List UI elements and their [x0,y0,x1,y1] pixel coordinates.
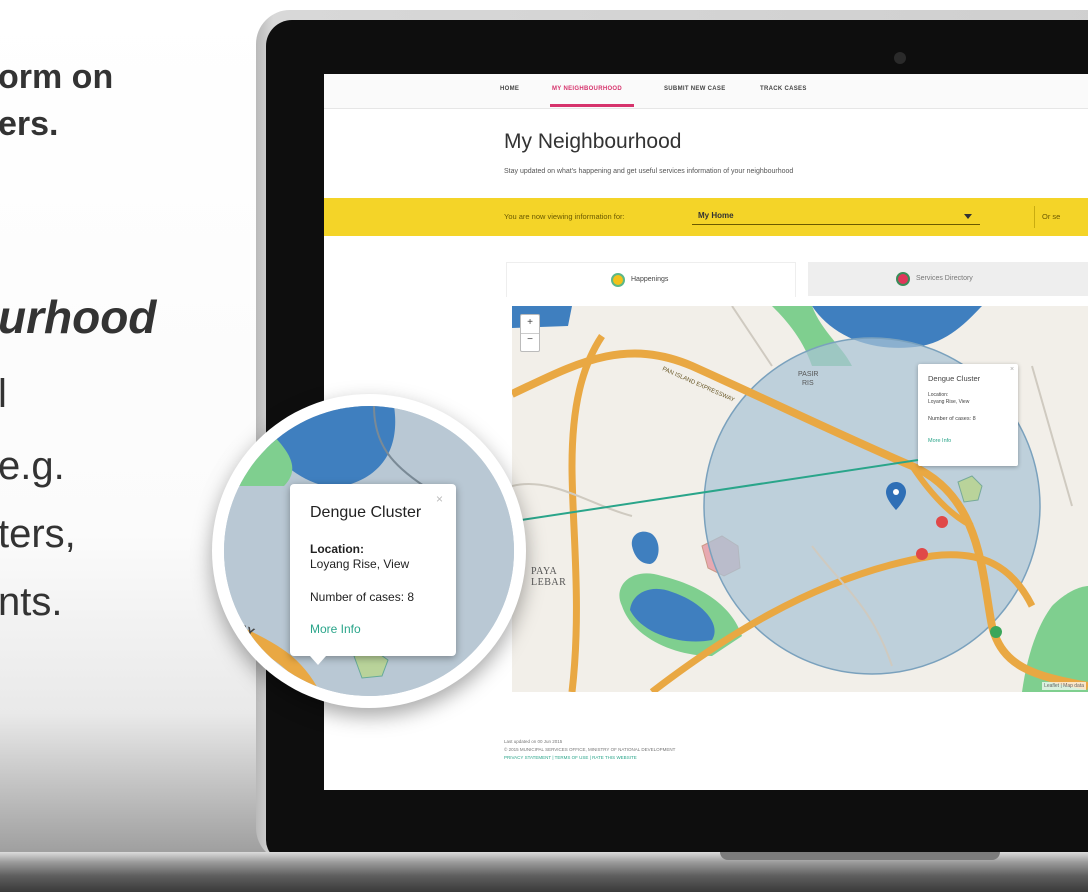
magnified-popup-location-label: Location: [310,542,364,556]
magnified-popup: Dengue Cluster Location: Loyang Rise, Vi… [290,484,456,665]
connector-line [507,459,919,523]
magnified-popup-location-value: Loyang Rise, View [310,557,410,571]
magnified-popup-close-icon[interactable]: × [436,492,443,506]
magnifier-connector [507,459,919,523]
magnified-popup-cases: Number of cases: 8 [310,590,415,604]
place-label-paya: PAYA [531,566,558,577]
place-label-paya-lebar: PAYA LEBAR [531,566,566,588]
magnifier: WAY Dengue Cluster Location: Loyang Rise… [212,394,526,708]
popup-tail [310,656,326,665]
magnified-popup-more-info-link[interactable]: More Info [310,622,361,636]
magnified-popup-location: Location: Loyang Rise, View [310,542,409,572]
magnifier-lens: WAY Dengue Cluster Location: Loyang Rise… [224,406,514,696]
magnified-popup-title: Dengue Cluster [310,504,422,521]
place-label-lebar: LEBAR [531,577,567,588]
